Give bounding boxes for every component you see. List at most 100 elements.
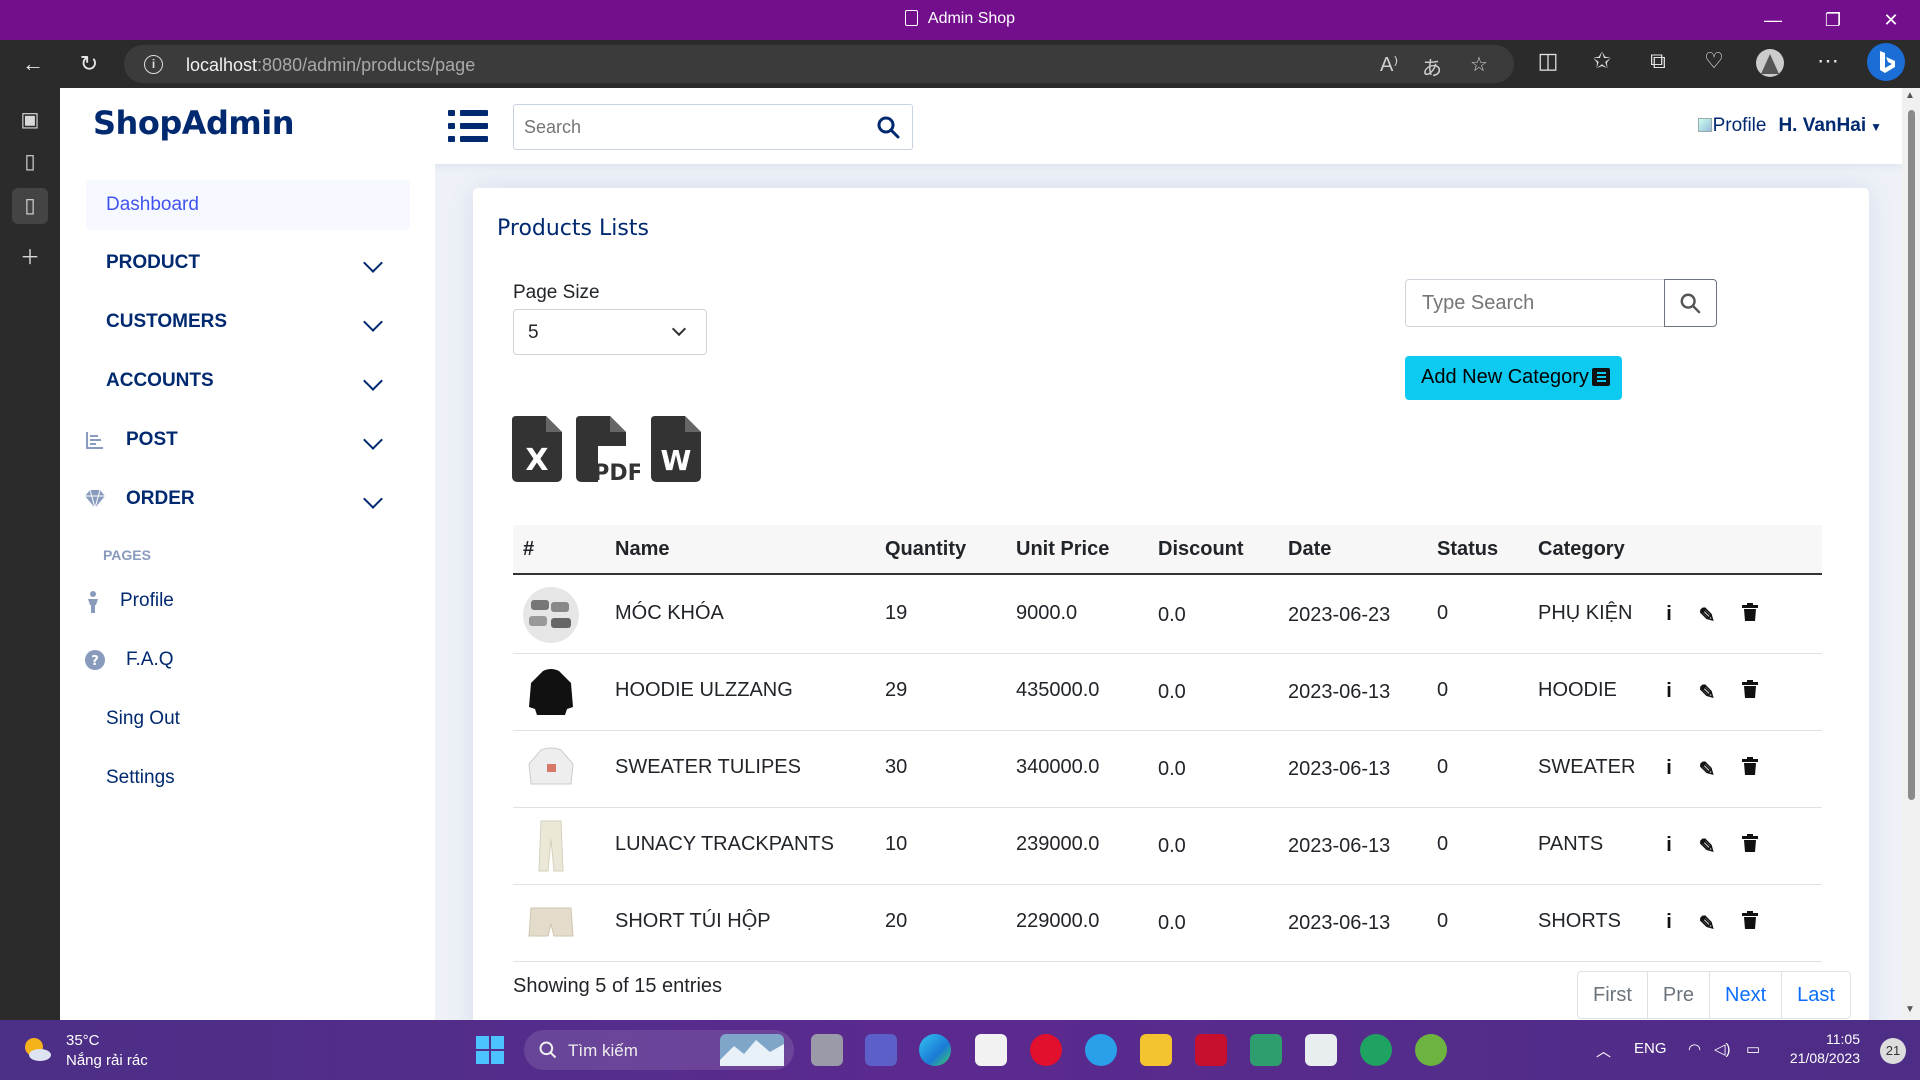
battery-icon[interactable]: ▭ (1746, 1040, 1760, 1058)
file-explorer-icon[interactable] (1140, 1034, 1172, 1066)
favorite-star-icon[interactable]: ☆ (1470, 52, 1488, 77)
sidebar-item-product[interactable]: PRODUCT (86, 238, 410, 288)
sidebar-item-label: ORDER (126, 488, 195, 509)
cell-quantity: 19 (885, 602, 908, 624)
opera-browser-icon[interactable] (1030, 1034, 1062, 1066)
product-thumbnail[interactable] (521, 740, 581, 798)
scroll-up-icon[interactable]: ▲ (1905, 90, 1915, 101)
clock[interactable]: 11:05 21/08/2023 (1790, 1030, 1860, 1068)
chrome-browser-icon[interactable] (1360, 1034, 1392, 1066)
sidebar-item-profile[interactable]: Profile (86, 576, 410, 626)
close-button[interactable]: ✕ (1876, 6, 1906, 34)
volume-icon[interactable]: ◁) (1714, 1040, 1731, 1058)
pagination-first[interactable]: First (1578, 972, 1648, 1018)
export-word-icon[interactable]: W (651, 416, 701, 487)
export-excel-icon[interactable]: X (512, 416, 562, 487)
language-indicator[interactable]: ENG (1634, 1040, 1667, 1057)
clock-date: 21/08/2023 (1789, 1050, 1860, 1066)
windows-start-icon[interactable] (474, 1034, 506, 1066)
delete-trash-icon[interactable] (1739, 911, 1761, 935)
sidebar-item-post[interactable]: POST (86, 415, 410, 465)
sidebar-toggle-icon[interactable] (448, 110, 488, 142)
site-info-icon[interactable]: i (144, 55, 163, 74)
column-header: Status (1437, 538, 1499, 560)
sidebar-item-sign-out[interactable]: Sing Out (86, 694, 410, 744)
tab-actions-icon[interactable]: ▣ (12, 102, 48, 138)
table-search-button[interactable] (1664, 279, 1717, 327)
refresh-button[interactable]: ↻ (72, 49, 106, 79)
page-size-select[interactable]: 5 (513, 309, 707, 355)
edge-browser-icon[interactable] (919, 1034, 951, 1066)
sidebar-item-settings[interactable]: Settings (86, 753, 410, 803)
new-tab-icon[interactable]: ＋ (12, 240, 48, 276)
microsoft-store-icon[interactable] (975, 1034, 1007, 1066)
pagination-next[interactable]: Next (1710, 972, 1783, 1018)
search-icon[interactable] (876, 115, 902, 141)
delete-trash-icon[interactable] (1739, 603, 1761, 627)
read-aloud-icon[interactable]: A⁾ (1380, 52, 1398, 77)
info-icon[interactable]: i (1658, 757, 1680, 781)
product-thumbnail[interactable] (521, 663, 581, 721)
table-search-input[interactable] (1406, 280, 1664, 326)
tab-active-page-icon[interactable]: ▯ (12, 188, 48, 224)
tab-page-icon[interactable]: ▯ (12, 144, 48, 180)
edit-pencil-icon[interactable]: ✎ (1696, 680, 1718, 704)
spring-tool-icon[interactable] (1415, 1034, 1447, 1066)
profile-avatar-icon[interactable] (1754, 48, 1786, 84)
info-icon[interactable]: i (1658, 911, 1680, 935)
bing-copilot-icon[interactable] (1866, 42, 1905, 88)
sidebar-item-customers[interactable]: CUSTOMERS (86, 297, 410, 347)
translate-icon[interactable]: あ (1422, 52, 1442, 81)
favorites-icon[interactable]: ✩ (1586, 48, 1618, 74)
edit-pencil-icon[interactable]: ✎ (1696, 603, 1718, 627)
split-screen-icon[interactable]: ◫ (1532, 48, 1564, 74)
delete-trash-icon[interactable] (1739, 680, 1761, 704)
taskbar-search[interactable]: Tìm kiếm (524, 1030, 794, 1070)
info-icon[interactable]: i (1658, 603, 1680, 627)
chevron-up-icon[interactable]: ︿ (1596, 1040, 1611, 1061)
product-thumbnail[interactable] (521, 894, 581, 952)
add-new-category-button[interactable]: Add New Category (1405, 356, 1622, 400)
quick-assist-icon[interactable] (1085, 1034, 1117, 1066)
scrollbar-thumb[interactable] (1908, 110, 1915, 800)
scroll-down-icon[interactable]: ▼ (1905, 1004, 1915, 1015)
product-thumbnail[interactable] (521, 817, 581, 875)
browser-title-bar: Admin Shop — ❐ ✕ (0, 0, 1920, 40)
app-editor-icon[interactable] (1250, 1034, 1282, 1066)
page-scrollbar[interactable]: ▲ ▼ (1902, 88, 1920, 1020)
minimize-button[interactable]: — (1758, 6, 1788, 34)
info-icon[interactable]: i (1658, 680, 1680, 704)
terminal-app-icon[interactable] (1305, 1034, 1337, 1066)
delete-trash-icon[interactable] (1739, 834, 1761, 858)
pagination-prev[interactable]: Pre (1648, 972, 1711, 1018)
cell-name: MÓC KHÓA (615, 602, 724, 624)
more-menu-icon[interactable]: ⋯ (1812, 48, 1844, 74)
url-text[interactable]: localhost:8080/admin/products/page (186, 55, 475, 76)
mcafee-icon[interactable] (1195, 1034, 1227, 1066)
delete-trash-icon[interactable] (1739, 757, 1761, 781)
export-pdf-icon[interactable]: PDF (576, 416, 643, 487)
task-view-icon[interactable] (811, 1034, 843, 1066)
restore-button[interactable]: ❐ (1818, 6, 1848, 34)
edit-pencil-icon[interactable]: ✎ (1696, 834, 1718, 858)
collections-icon[interactable]: ⧉ (1642, 48, 1674, 74)
pagination-last[interactable]: Last (1782, 972, 1850, 1018)
add-button-label: Add New Category (1421, 366, 1589, 388)
edit-pencil-icon[interactable]: ✎ (1696, 911, 1718, 935)
logo[interactable]: ShopAdmin (93, 104, 294, 142)
teams-meet-icon[interactable] (865, 1034, 897, 1066)
browser-essentials-icon[interactable]: ♡ (1698, 48, 1730, 74)
profile-dropdown[interactable]: Profile H. VanHai ▼ (1697, 115, 1882, 137)
product-thumbnail[interactable] (521, 586, 581, 644)
sidebar-item-faq[interactable]: ? F.A.Q (85, 635, 410, 685)
edit-pencil-icon[interactable]: ✎ (1696, 757, 1718, 781)
sidebar-item-order[interactable]: ORDER (85, 474, 410, 524)
info-icon[interactable]: i (1658, 834, 1680, 858)
notification-badge[interactable]: 21 (1880, 1038, 1906, 1064)
back-button[interactable]: ← (16, 49, 50, 79)
sidebar-item-dashboard[interactable]: Dashboard (86, 180, 410, 230)
address-bar[interactable]: i localhost:8080/admin/products/page A⁾ … (124, 45, 1514, 83)
sidebar-item-accounts[interactable]: ACCOUNTS (86, 356, 410, 406)
wifi-icon[interactable]: ◠ (1688, 1040, 1701, 1058)
header-search-input[interactable] (514, 105, 854, 149)
